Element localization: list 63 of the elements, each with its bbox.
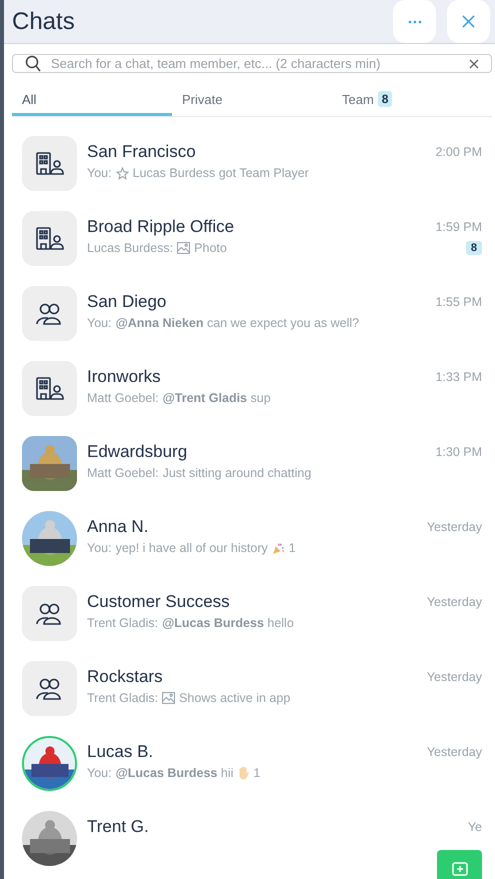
chat-time: Yesterday (426, 595, 482, 609)
message-preview: @Lucas Burdess hii (116, 766, 234, 780)
chat-time: 1:33 PM (435, 370, 482, 384)
message-preview: Photo (194, 241, 227, 255)
image-icon (177, 242, 190, 254)
chat-time: Ye (468, 820, 482, 834)
party-popper-icon (272, 542, 285, 554)
chat-name[interactable]: Trent G. (87, 817, 462, 837)
close-button[interactable] (447, 0, 490, 43)
image-icon (162, 692, 176, 704)
message-preview: Shows active in app (179, 691, 290, 705)
more-icon (408, 20, 422, 24)
sender-name: Matt Goebel: (87, 466, 159, 480)
building-icon (36, 376, 64, 400)
reaction-count: 1 (288, 541, 296, 555)
sender-name: You: (87, 541, 112, 555)
message-preview: @Anna Nieken can we expect you as well? (116, 316, 360, 330)
reaction-count: 1 (253, 766, 260, 780)
sender-name: You: (87, 316, 112, 330)
close-icon (462, 15, 475, 28)
star-icon (116, 166, 129, 180)
building-icon (36, 152, 64, 176)
message-preview: Lucas Burdess got Team Player (132, 166, 309, 180)
message-preview: Just sitting around chatting (162, 466, 312, 480)
search-icon (25, 55, 41, 72)
message-preview: @Trent Gladis sup (162, 391, 271, 405)
chat-time: 1:30 PM (435, 445, 482, 459)
new-chat-button[interactable] (437, 850, 482, 879)
tab[interactable]: All (12, 87, 172, 116)
sender-name: You: (87, 166, 112, 180)
search-field[interactable]: Search for a chat, team member, etc... (2 characters min) (12, 54, 492, 73)
sender-name: Trent Gladis: (87, 616, 158, 630)
building-icon (36, 226, 64, 250)
chat-name[interactable]: Anna N. (87, 517, 421, 537)
sender-name: Lucas Burdess: (87, 241, 174, 255)
chat-name[interactable]: Rockstars (87, 667, 421, 687)
chat-name[interactable]: Customer Success (87, 592, 421, 612)
chat-name[interactable]: San Diego (87, 292, 430, 312)
sender-name: Matt Goebel: (87, 391, 159, 405)
hand-icon (237, 766, 250, 780)
chat-time: 2:00 PM (435, 145, 482, 159)
sender-name: You: (87, 766, 112, 780)
unread-badge: 8 (466, 241, 482, 255)
chat-name[interactable]: Edwardsburg (87, 442, 430, 462)
clear-icon[interactable] (469, 58, 479, 68)
sender-name: Trent Gladis: (87, 691, 158, 705)
chat-time: Yesterday (426, 670, 482, 684)
more-button[interactable] (393, 0, 436, 43)
chat-name[interactable]: Broad Ripple Office (87, 217, 430, 237)
message-preview: yep! i have all of our history (116, 541, 268, 555)
count-badge: 8 (378, 91, 392, 107)
new-chat-icon (452, 862, 468, 878)
chat-name[interactable]: Ironworks (87, 367, 430, 387)
chat-time: Yesterday (426, 520, 482, 534)
chat-name[interactable]: Lucas B. (87, 742, 421, 762)
chat-time: 1:59 PM (435, 220, 482, 234)
tab[interactable]: Private (172, 87, 332, 116)
chat-time: Yesterday (426, 745, 482, 759)
chat-name[interactable]: San Francisco (87, 142, 430, 162)
page-title: Chats (12, 8, 76, 36)
chat-time: 1:55 PM (435, 295, 482, 309)
message-preview: @Lucas Burdess hello (162, 616, 294, 630)
tab[interactable]: Team 8 (332, 87, 492, 116)
